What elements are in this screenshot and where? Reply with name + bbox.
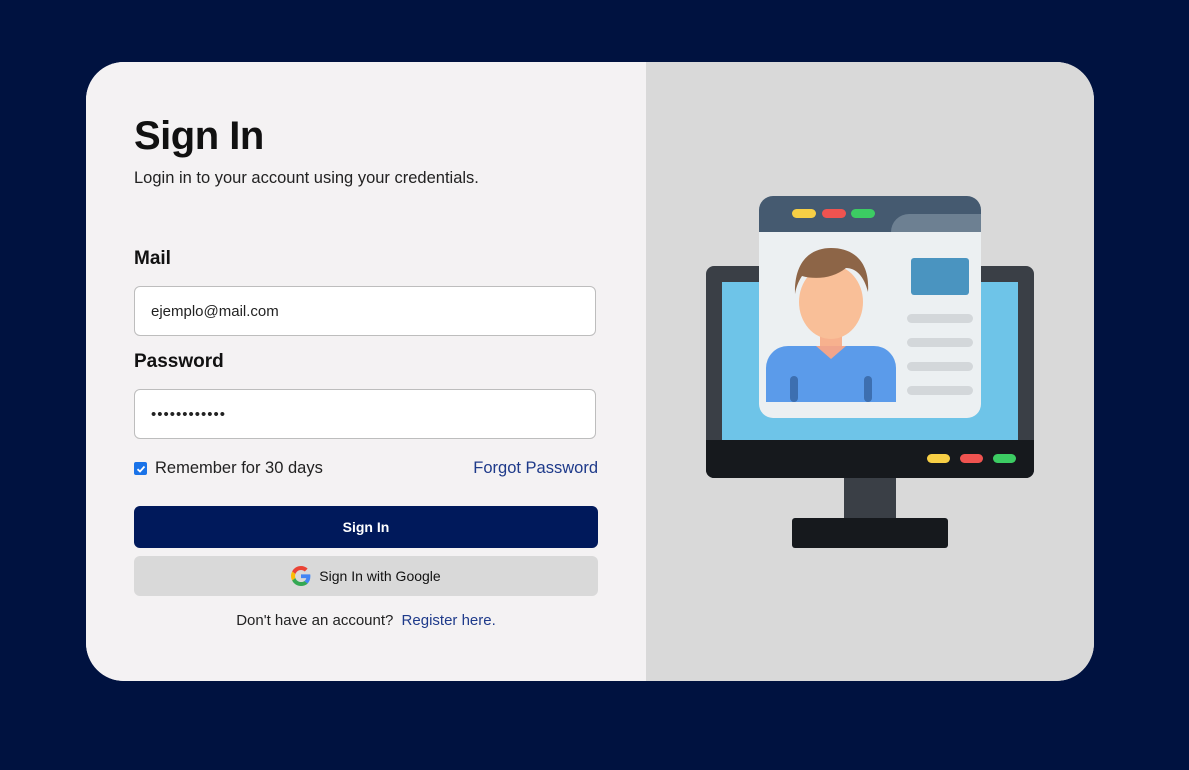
sign-in-button[interactable]: Sign In xyxy=(134,506,598,548)
page-subtitle: Login in to your account using your cred… xyxy=(134,169,479,187)
remember-label: Remember for 30 days xyxy=(155,459,323,477)
google-sign-in-button[interactable]: Sign In with Google xyxy=(134,556,598,596)
google-icon xyxy=(291,566,311,586)
check-icon xyxy=(136,465,145,473)
forgot-password-link[interactable]: Forgot Password xyxy=(473,459,598,478)
google-button-label: Sign In with Google xyxy=(319,568,441,584)
password-label: Password xyxy=(134,351,224,372)
register-row: Don't have an account? Register here. xyxy=(134,612,598,629)
mail-input[interactable] xyxy=(134,286,596,336)
computer-profile-illustration xyxy=(706,196,1034,548)
password-input[interactable] xyxy=(134,389,596,439)
remember-checkbox[interactable] xyxy=(134,462,147,475)
illustration-panel xyxy=(646,62,1094,681)
register-link[interactable]: Register here. xyxy=(402,612,496,629)
remember-me[interactable]: Remember for 30 days xyxy=(134,459,323,478)
signin-form-panel: Sign In Login in to your account using y… xyxy=(86,62,646,681)
register-prompt: Don't have an account? xyxy=(236,612,394,629)
mail-label: Mail xyxy=(134,248,171,269)
signin-card: Sign In Login in to your account using y… xyxy=(86,62,1094,681)
page-title: Sign In xyxy=(134,114,264,158)
